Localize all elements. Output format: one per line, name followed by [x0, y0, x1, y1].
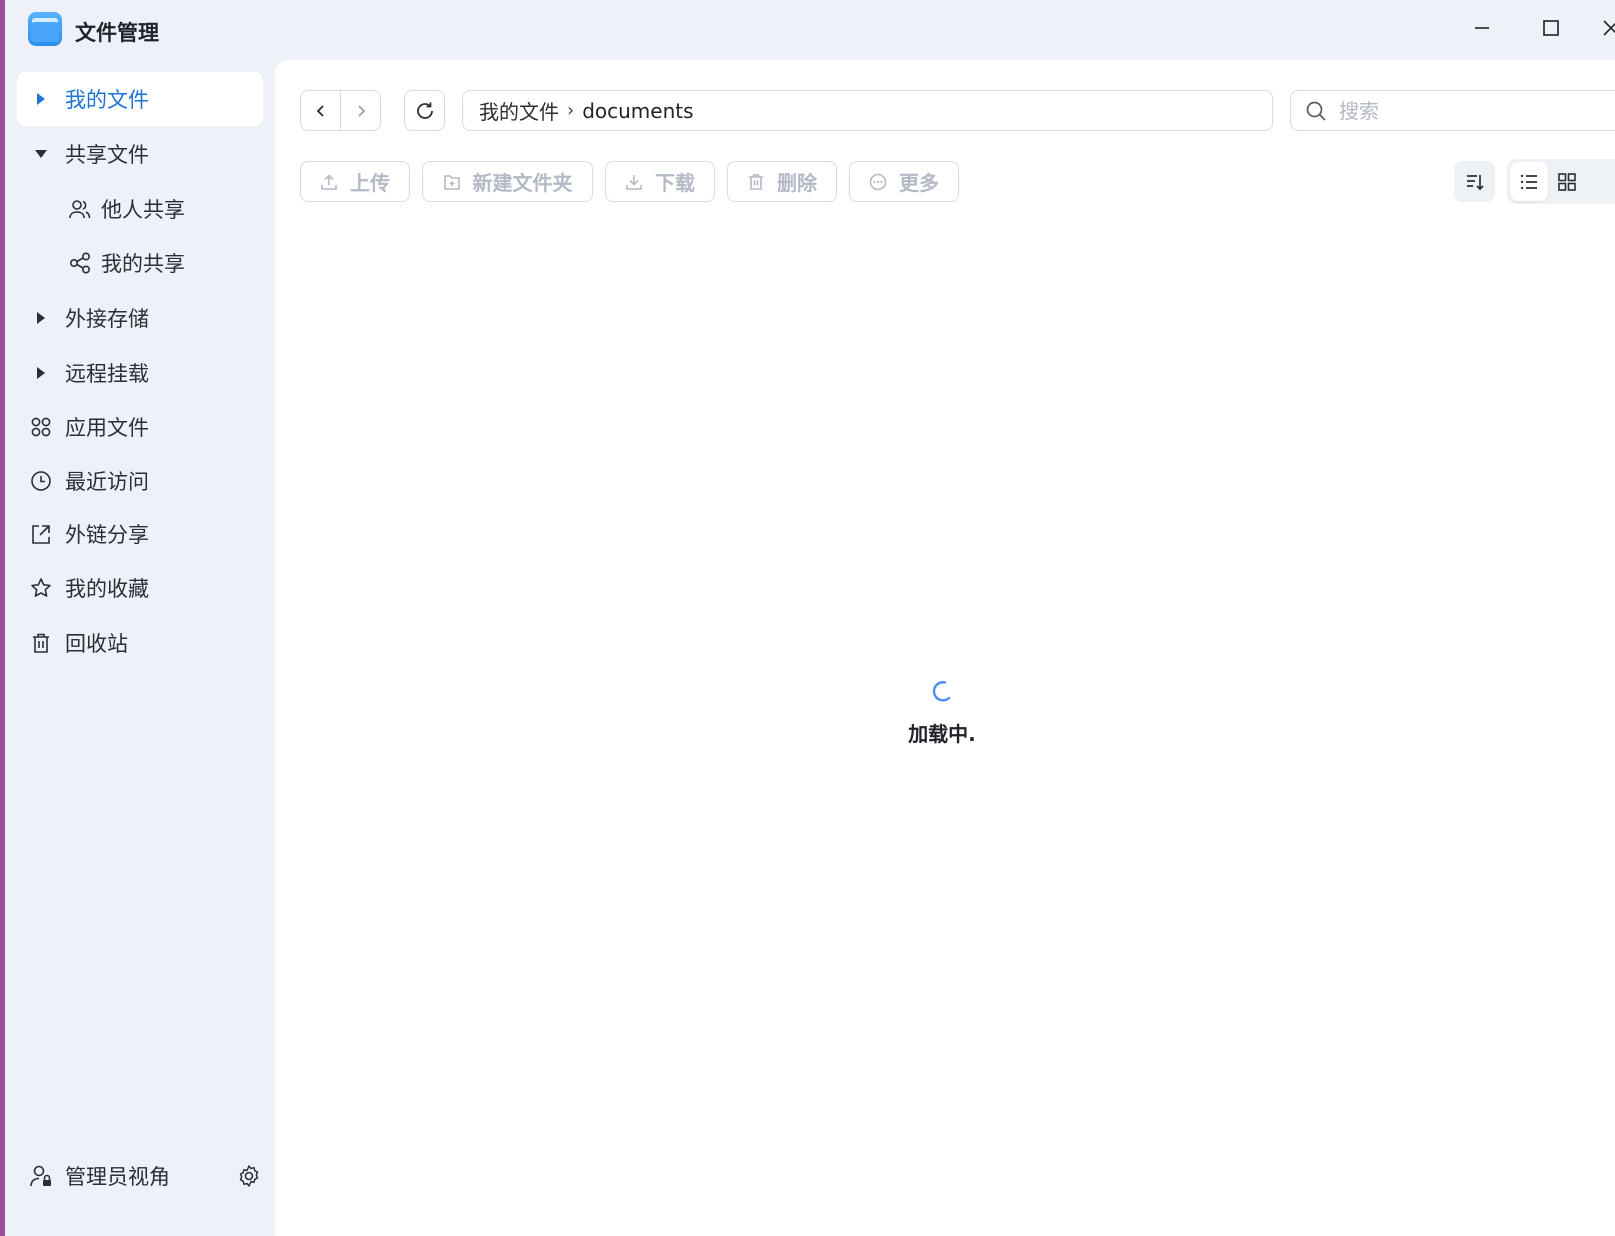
sidebar-item-remote-mount[interactable]: 远程挂载 [17, 346, 263, 400]
users-icon [69, 200, 91, 219]
sidebar-item-favorites[interactable]: 我的收藏 [17, 561, 263, 615]
spinner-icon [932, 681, 951, 702]
caret-down-icon[interactable] [35, 150, 47, 158]
minimize-icon [1475, 27, 1489, 29]
gear-icon[interactable] [237, 1164, 261, 1188]
apps-icon [31, 417, 51, 437]
caret-right-icon[interactable] [37, 367, 45, 379]
sidebar-item-label: 回收站 [65, 632, 128, 656]
sidebar-item-shared-with-me[interactable]: 他人共享 [17, 182, 263, 236]
download-button[interactable]: 下载 [605, 161, 715, 202]
sidebar-item-external-storage[interactable]: 外接存储 [17, 291, 263, 345]
sidebar-item-label: 他人共享 [101, 198, 185, 222]
sidebar-item-my-shares[interactable]: 我的共享 [17, 236, 263, 290]
file-manager-window: 文件管理 我的文件 共享文件 他人共享 我的共享 外接存储 远程挂载 应用文件 … [5, 0, 1615, 1236]
upload-button[interactable]: 上传 [300, 161, 410, 202]
path-bar[interactable]: 我的文件 › documents [462, 90, 1273, 131]
sidebar: 我的文件 共享文件 他人共享 我的共享 外接存储 远程挂载 应用文件 最近访问 … [5, 60, 275, 1236]
view-mode-toggle [1507, 159, 1615, 204]
minimize-button[interactable] [1468, 14, 1496, 42]
refresh-icon [416, 102, 433, 119]
trash-icon [33, 633, 49, 653]
sidebar-item-label: 我的文件 [65, 88, 149, 112]
admin-view-label: 管理员视角 [65, 1165, 170, 1189]
more-label: 更多 [899, 171, 939, 195]
download-icon [626, 174, 642, 190]
list-view-button[interactable] [1510, 162, 1548, 201]
sidebar-item-label: 我的收藏 [65, 577, 149, 601]
delete-button[interactable]: 删除 [727, 161, 837, 202]
folder-app-icon [28, 12, 62, 46]
close-button[interactable] [1601, 14, 1615, 42]
new-folder-label: 新建文件夹 [472, 171, 573, 195]
back-button[interactable] [301, 91, 340, 130]
list-view-icon [1520, 174, 1537, 189]
chevron-right-icon [357, 104, 365, 117]
sidebar-item-label: 最近访问 [65, 470, 149, 494]
sort-button[interactable] [1454, 161, 1495, 202]
app-title: 文件管理 [75, 21, 159, 45]
maximize-button[interactable] [1537, 14, 1565, 42]
share-icon [69, 252, 91, 274]
external-link-icon [32, 525, 50, 544]
new-folder-icon [443, 174, 460, 190]
upload-icon [321, 173, 337, 190]
sidebar-item-label: 共享文件 [65, 143, 149, 167]
star-icon [31, 578, 51, 597]
sort-icon [1466, 174, 1484, 190]
admin-user-icon [30, 1165, 51, 1187]
upload-label: 上传 [350, 171, 390, 195]
forward-button[interactable] [340, 91, 380, 130]
maximize-icon [1543, 20, 1559, 36]
sidebar-item-recycle-bin[interactable]: 回收站 [17, 616, 263, 670]
sidebar-item-label: 外接存储 [65, 307, 149, 331]
more-icon [869, 173, 887, 190]
sidebar-item-my-files[interactable]: 我的文件 [17, 72, 263, 126]
sidebar-item-label: 外链分享 [65, 523, 149, 547]
admin-view-toggle[interactable]: 管理员视角 [17, 1148, 263, 1204]
delete-label: 删除 [777, 171, 817, 195]
breadcrumb-current[interactable]: documents [582, 99, 693, 123]
search-input[interactable] [1339, 98, 1539, 123]
sidebar-item-label: 应用文件 [65, 416, 149, 440]
loading-text: 加载中. [908, 722, 976, 746]
title-bar: 文件管理 [5, 0, 1615, 60]
sidebar-item-app-files[interactable]: 应用文件 [17, 400, 263, 454]
sidebar-item-recent[interactable]: 最近访问 [17, 454, 263, 508]
clock-icon [31, 471, 51, 491]
new-folder-button[interactable]: 新建文件夹 [422, 161, 593, 202]
search-icon [1306, 101, 1326, 121]
sidebar-item-label: 我的共享 [101, 252, 185, 276]
breadcrumb-root[interactable]: 我的文件 [479, 96, 559, 125]
sidebar-item-label: 远程挂载 [65, 362, 149, 386]
caret-right-icon[interactable] [37, 312, 45, 324]
search-box[interactable] [1290, 90, 1615, 131]
sidebar-item-link-share[interactable]: 外链分享 [17, 507, 263, 561]
download-label: 下载 [655, 171, 695, 195]
sidebar-item-shared-files[interactable]: 共享文件 [17, 127, 263, 181]
refresh-button[interactable] [404, 90, 445, 131]
chevron-left-icon [316, 104, 324, 117]
more-button[interactable]: 更多 [849, 161, 959, 202]
loading-indicator: 加载中. [875, 680, 1009, 747]
history-nav [300, 90, 381, 131]
grid-view-icon [1558, 172, 1576, 191]
caret-right-icon[interactable] [37, 93, 45, 105]
trash-icon [749, 173, 763, 190]
main-panel: 我的文件 › documents 上传 新建文件夹 [275, 60, 1615, 1236]
close-icon [1603, 20, 1615, 36]
breadcrumb-separator-icon: › [567, 100, 575, 121]
grid-view-button[interactable] [1548, 162, 1586, 201]
